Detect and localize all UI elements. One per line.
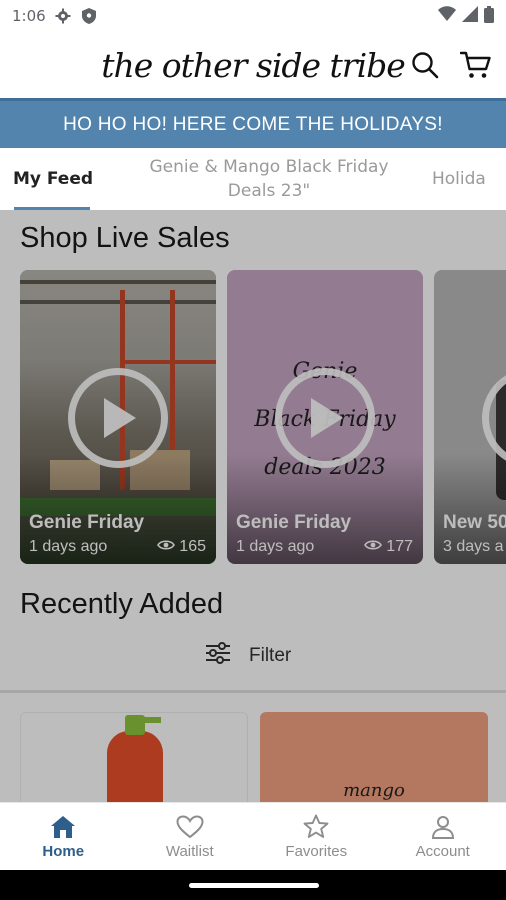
- battery-icon: [484, 5, 494, 27]
- tab-my-feed[interactable]: My Feed: [0, 148, 106, 210]
- bottom-navigation: Home Waitlist Favorites Account: [0, 802, 506, 870]
- promo-banner[interactable]: HO HO HO! HERE COME THE HOLIDAYS!: [0, 98, 506, 148]
- tab-label: Genie & Mango Black Friday Deals 23": [149, 157, 389, 201]
- gesture-handle[interactable]: [189, 883, 319, 888]
- search-icon[interactable]: [410, 50, 440, 80]
- promo-banner-text: HO HO HO! HERE COME THE HOLIDAYS!: [63, 113, 443, 135]
- nav-account[interactable]: Account: [380, 803, 506, 870]
- gesture-navigation-bar: [0, 870, 506, 900]
- nav-favorites[interactable]: Favorites: [253, 803, 380, 870]
- nav-label: Home: [42, 842, 85, 860]
- app-screen: 1:06 the other side tribe HO HO HO! HERE…: [0, 0, 506, 900]
- tab-label: My Feed: [12, 169, 94, 189]
- cart-icon[interactable]: [459, 50, 492, 80]
- status-time: 1:06: [12, 7, 46, 25]
- tab-black-friday-deals[interactable]: Genie & Mango Black Friday Deals 23": [106, 148, 432, 210]
- account-icon: [429, 814, 457, 840]
- wifi-icon: [438, 6, 456, 26]
- nav-home[interactable]: Home: [0, 803, 127, 870]
- signal-icon: [462, 6, 478, 26]
- gear-icon: [54, 7, 72, 25]
- home-icon: [49, 814, 77, 840]
- shield-icon: [80, 7, 98, 25]
- nav-label: Favorites: [285, 842, 348, 860]
- dim-overlay[interactable]: [0, 210, 506, 802]
- status-bar: 1:06: [0, 0, 506, 32]
- tab-holidays[interactable]: Holida: [432, 148, 506, 210]
- tab-label: Holida: [432, 169, 486, 189]
- nav-waitlist[interactable]: Waitlist: [127, 803, 254, 870]
- brand-logo[interactable]: the other side tribe: [101, 46, 406, 85]
- heart-icon: [176, 814, 204, 840]
- feed-tabs: My Feed Genie & Mango Black Friday Deals…: [0, 148, 506, 210]
- nav-label: Waitlist: [165, 842, 214, 860]
- nav-label: Account: [415, 842, 470, 860]
- app-header: the other side tribe: [0, 32, 506, 98]
- star-icon: [302, 814, 330, 840]
